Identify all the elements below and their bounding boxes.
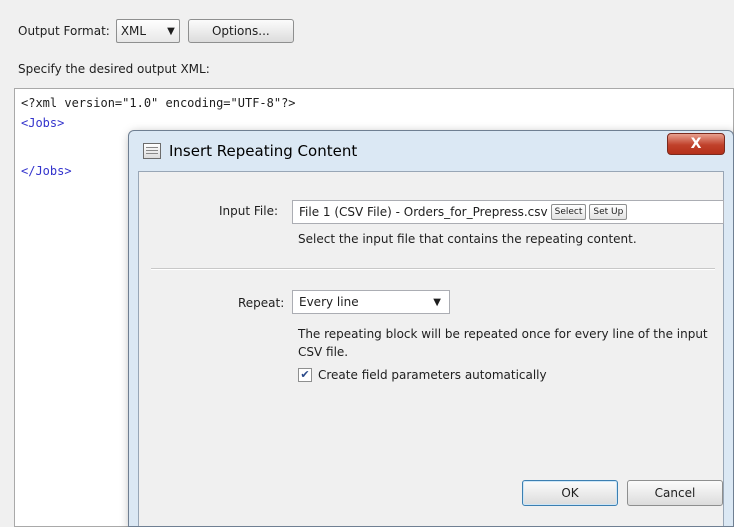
dialog-title: Insert Repeating Content <box>169 142 358 160</box>
select-file-button[interactable]: Select <box>550 204 587 220</box>
editor-line-jobs-open: <Jobs> <box>21 116 65 130</box>
output-format-select[interactable]: XML ▼ <box>115 19 180 43</box>
ok-button[interactable]: OK <box>522 480 618 506</box>
input-file-row: Input File: File 1 (CSV File) - Orders_f… <box>139 200 724 224</box>
close-button[interactable]: X <box>667 133 725 155</box>
options-button[interactable]: Options... <box>187 19 294 43</box>
input-file-label: Input File: <box>218 204 278 218</box>
input-file-hint: Select the input file that contains the … <box>298 232 637 246</box>
setup-file-button[interactable]: Set Up <box>589 204 628 220</box>
chevron-down-icon: ▼ <box>167 25 175 37</box>
editor-line-jobs-close: </Jobs> <box>21 164 72 178</box>
dialog-titlebar[interactable]: Insert Repeating Content X <box>129 131 733 171</box>
editor-line-xml-declaration: <?xml version="1.0" encoding="UTF-8"?> <box>21 96 296 110</box>
specify-output-label: Specify the desired output XML: <box>18 62 210 76</box>
repeat-value: Every line <box>299 295 359 309</box>
repeat-label: Repeat: <box>238 296 285 310</box>
chevron-down-icon: ▼ <box>433 296 441 308</box>
repeat-select[interactable]: Every line ▼ <box>292 290 450 314</box>
dialog-client-area: Input File: File 1 (CSV File) - Orders_f… <box>138 171 724 526</box>
create-field-parameters-label[interactable]: Create field parameters automatically <box>318 368 547 382</box>
divider <box>151 268 715 270</box>
insert-repeating-content-dialog: Insert Repeating Content X Input File: F… <box>128 130 734 527</box>
close-icon: X <box>690 136 702 152</box>
cancel-button[interactable]: Cancel <box>627 480 723 506</box>
output-format-label: Output Format: <box>18 24 110 38</box>
repeat-hint: The repeating block will be repeated onc… <box>298 327 708 359</box>
input-file-value: File 1 (CSV File) - Orders_for_Prepress.… <box>299 205 548 219</box>
checkmark-icon: ✔ <box>300 368 310 381</box>
document-icon <box>143 143 161 159</box>
output-format-row: Output Format: XML ▼ Options... <box>18 18 294 44</box>
input-file-field: File 1 (CSV File) - Orders_for_Prepress.… <box>292 200 724 224</box>
create-field-parameters-checkbox[interactable]: ✔ <box>298 368 312 382</box>
output-format-value: XML <box>120 24 147 38</box>
create-field-parameters-row: ✔ Create field parameters automatically <box>298 368 547 382</box>
